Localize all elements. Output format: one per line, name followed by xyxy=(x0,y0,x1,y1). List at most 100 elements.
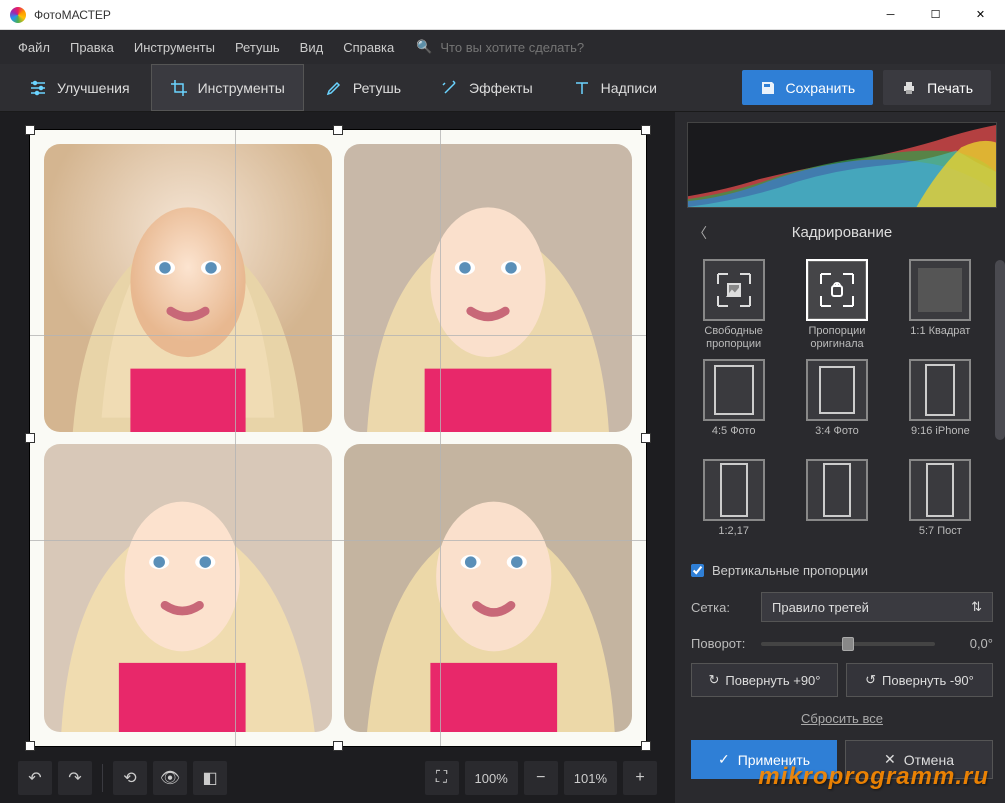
zoom-percent[interactable]: 101% xyxy=(564,761,617,795)
crop-handle-mr[interactable] xyxy=(641,433,651,443)
wand-icon xyxy=(441,79,459,97)
preset-3-4[interactable]: 3:4 Фото xyxy=(792,359,881,451)
chevron-updown-icon: ⇅ xyxy=(971,599,982,615)
scrollbar-thumb[interactable] xyxy=(995,260,1005,440)
cancel-label: Отмена xyxy=(904,752,954,768)
zoom-out-button[interactable]: − xyxy=(524,761,558,795)
tab-effects[interactable]: Эффекты xyxy=(422,64,552,111)
apply-label: Применить xyxy=(738,752,810,768)
fit-percent[interactable]: 100% xyxy=(465,761,518,795)
text-icon xyxy=(573,79,591,97)
preset-original[interactable]: Пропорции оригинала xyxy=(792,259,881,351)
print-label: Печать xyxy=(927,80,973,96)
zoom-in-button[interactable]: + xyxy=(623,761,657,795)
preset-label: 5:7 Пост xyxy=(919,525,962,551)
window-title: ФотоМАСТЕР xyxy=(34,8,868,22)
menu-retouch[interactable]: Ретушь xyxy=(227,36,288,59)
search-input[interactable] xyxy=(440,40,640,55)
collage-image xyxy=(44,144,632,732)
preset-square[interactable]: 1:1 Квадрат xyxy=(896,259,985,351)
preset-label: 1:2,17 xyxy=(718,525,749,551)
rotate-plus-label: Повернуть +90° xyxy=(725,673,820,688)
brush-icon xyxy=(325,79,343,97)
preset-label: 9:16 iPhone xyxy=(911,425,970,451)
rotate-minus-label: Повернуть -90° xyxy=(882,673,974,688)
window-titlebar: ФотоМАСТЕР ─ ☐ ✕ xyxy=(0,0,1005,30)
crop-handle-tr[interactable] xyxy=(641,125,651,135)
rotate-cw-icon: ↻ xyxy=(709,672,720,688)
tab-label: Надписи xyxy=(601,80,657,96)
rotate-label: Поворот: xyxy=(691,636,751,651)
preset-4-5[interactable]: 4:5 Фото xyxy=(689,359,778,451)
preset-extra-1[interactable] xyxy=(792,459,881,551)
cancel-button[interactable]: ✕ Отмена xyxy=(845,740,993,779)
sliders-icon xyxy=(29,79,47,97)
rotate-ccw-icon: ↺ xyxy=(865,672,876,688)
panel-header: 〈 Кадрирование xyxy=(687,218,997,247)
vertical-proportions-checkbox[interactable] xyxy=(691,564,704,577)
fit-screen-button[interactable]: ⛶ xyxy=(425,761,459,795)
tab-enhancements[interactable]: Улучшения xyxy=(10,64,149,111)
undo-button[interactable]: ↶ xyxy=(18,761,52,795)
print-icon xyxy=(901,80,917,96)
preset-label: Пропорции оригинала xyxy=(792,325,881,351)
preset-free[interactable]: Свободные пропорции xyxy=(689,259,778,351)
menu-file[interactable]: Файл xyxy=(10,36,58,59)
grid-label: Сетка: xyxy=(691,600,751,615)
rotate-minus90-button[interactable]: ↺ Повернуть -90° xyxy=(846,663,993,697)
search-icon: 🔍 xyxy=(416,39,432,55)
save-icon xyxy=(760,80,776,96)
grid-select-value: Правило третей xyxy=(772,600,869,615)
crop-handle-bl[interactable] xyxy=(25,741,35,751)
preset-9-16[interactable]: 9:16 iPhone xyxy=(896,359,985,451)
preset-5-7[interactable]: 5:7 Пост xyxy=(896,459,985,551)
tab-retouch[interactable]: Ретушь xyxy=(306,64,420,111)
menu-view[interactable]: Вид xyxy=(292,36,332,59)
menu-search: 🔍 xyxy=(416,39,640,55)
rotate-plus90-button[interactable]: ↻ Повернуть +90° xyxy=(691,663,838,697)
x-icon: ✕ xyxy=(884,751,896,768)
print-button[interactable]: Печать xyxy=(883,70,991,105)
main-toolbar: Улучшения Инструменты Ретушь Эффекты Над… xyxy=(0,64,1005,112)
panel-back-button[interactable]: 〈 xyxy=(693,223,707,243)
tab-captions[interactable]: Надписи xyxy=(554,64,676,111)
crop-handle-bm[interactable] xyxy=(333,741,343,751)
apply-button[interactable]: ✓ Применить xyxy=(691,740,837,779)
menu-edit[interactable]: Правка xyxy=(62,36,122,59)
preset-label: 4:5 Фото xyxy=(712,425,756,451)
tab-label: Инструменты xyxy=(198,80,285,96)
close-button[interactable]: ✕ xyxy=(958,0,1003,30)
preset-label: Свободные пропорции xyxy=(689,325,778,351)
menu-help[interactable]: Справка xyxy=(335,36,402,59)
image-canvas[interactable] xyxy=(29,129,647,747)
save-button[interactable]: Сохранить xyxy=(742,70,874,105)
rotate-value: 0,0° xyxy=(945,636,993,651)
minimize-button[interactable]: ─ xyxy=(868,0,913,30)
crop-presets-grid: Свободные пропорции Пропорции оригинала … xyxy=(687,257,997,551)
maximize-button[interactable]: ☐ xyxy=(913,0,958,30)
menu-tools[interactable]: Инструменты xyxy=(126,36,223,59)
reset-all-link[interactable]: Сбросить все xyxy=(687,707,997,730)
preset-1-2-17[interactable]: 1:2,17 xyxy=(689,459,778,551)
tab-tools[interactable]: Инструменты xyxy=(151,64,304,111)
grid-select[interactable]: Правило третей ⇅ xyxy=(761,592,993,622)
compare-button[interactable]: ◧ xyxy=(193,761,227,795)
crop-handle-tm[interactable] xyxy=(333,125,343,135)
panel-title-text: Кадрирование xyxy=(792,224,892,241)
history-button[interactable]: ⟲ xyxy=(113,761,147,795)
rotate-slider[interactable] xyxy=(761,642,935,646)
redo-button[interactable]: ↷ xyxy=(58,761,92,795)
preview-toggle-button[interactable]: 👁 xyxy=(153,761,187,795)
histogram xyxy=(687,122,997,208)
preset-label: 1:1 Квадрат xyxy=(910,325,970,351)
app-logo-icon xyxy=(10,7,26,23)
menu-bar: Файл Правка Инструменты Ретушь Вид Справ… xyxy=(0,30,1005,64)
tab-label: Ретушь xyxy=(353,80,401,96)
slider-knob[interactable] xyxy=(842,637,854,651)
sidebar-scrollbar[interactable] xyxy=(995,260,1005,723)
crop-handle-ml[interactable] xyxy=(25,433,35,443)
crop-handle-br[interactable] xyxy=(641,741,651,751)
right-sidebar: 〈 Кадрирование Свободные пропорции Пропо… xyxy=(675,112,1005,803)
tab-label: Эффекты xyxy=(469,80,533,96)
crop-handle-tl[interactable] xyxy=(25,125,35,135)
